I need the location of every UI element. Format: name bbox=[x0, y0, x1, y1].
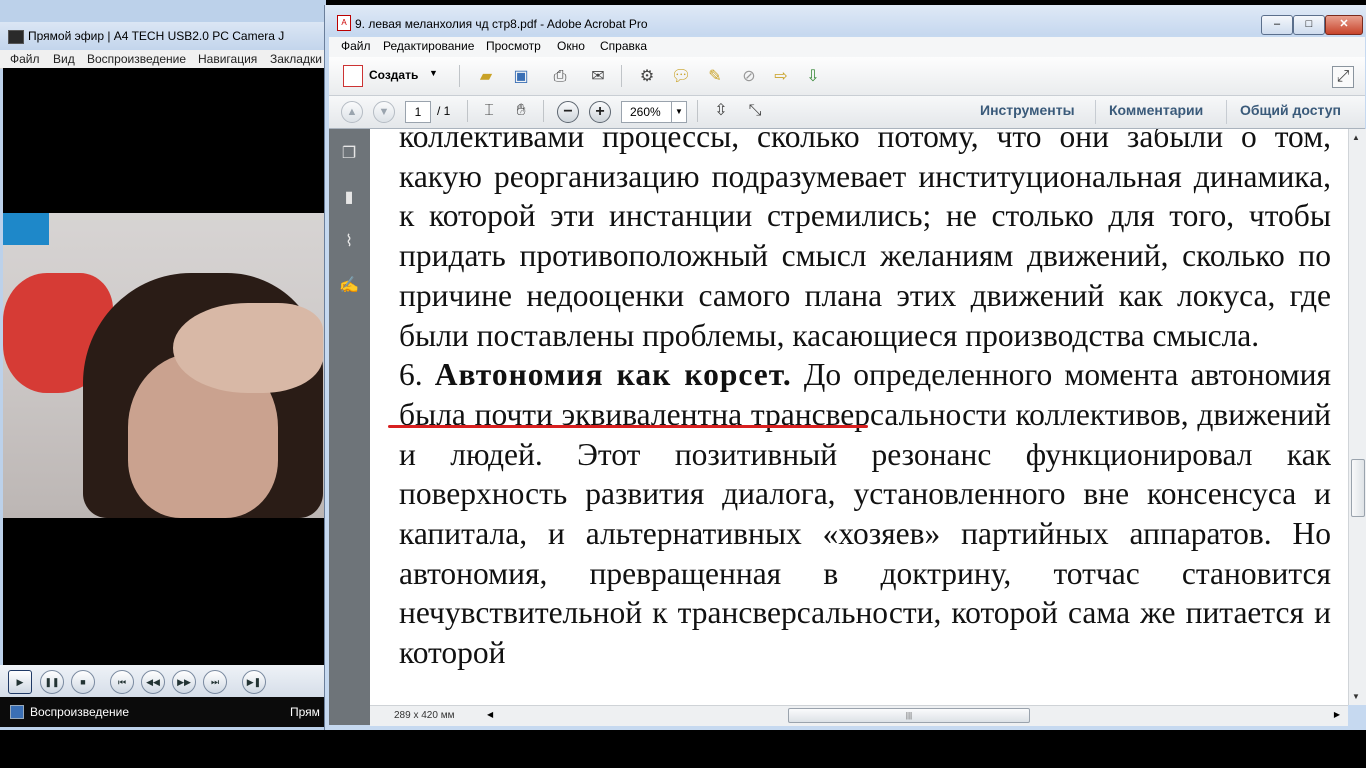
red-underline-annotation bbox=[388, 425, 868, 428]
acrobat-titlebar[interactable]: A 9. левая меланхолия чд стр8.pdf - Adob… bbox=[325, 5, 1366, 35]
mp-menu-playback[interactable]: Воспроизведение bbox=[87, 52, 186, 66]
chevron-down-icon: ▼ bbox=[429, 68, 438, 78]
share-button[interactable]: Общий доступ bbox=[1240, 102, 1341, 118]
paragraph-1: коллективами процессы, сколько потому, ч… bbox=[399, 129, 1331, 353]
scroll-down-icon[interactable]: ▼ bbox=[1352, 692, 1360, 701]
section-body: До определенного момента автономия была … bbox=[399, 357, 1331, 671]
open-folder-icon[interactable]: ▰ bbox=[476, 67, 496, 87]
vertical-scroll-thumb[interactable] bbox=[1351, 459, 1365, 517]
comments-button[interactable]: Комментарии bbox=[1109, 102, 1203, 118]
export-icon[interactable]: ⇨ bbox=[771, 67, 791, 87]
media-player-window: Прямой эфир | A4 TECH USB2.0 PC Camera J… bbox=[0, 0, 326, 730]
acrobat-menubar: Файл Редактирование Просмотр Окно Справк… bbox=[329, 37, 1365, 57]
print-icon[interactable]: ⎙ bbox=[550, 67, 570, 87]
page-total: / 1 bbox=[437, 104, 451, 118]
attachments-paperclip-icon[interactable]: ⌇ bbox=[339, 231, 359, 253]
zoom-dropdown-icon[interactable]: ▼ bbox=[671, 102, 686, 122]
fit-width-icon[interactable]: ⤡ bbox=[745, 101, 765, 121]
navigation-toolbar: ▲ ▼ 1 / 1 ⌶ ✋︎ − + 260% ▼ ⇳ ⤡ Инструмент… bbox=[329, 96, 1365, 129]
hand-tool-icon[interactable]: ✋︎ bbox=[511, 101, 531, 121]
scroll-left-icon[interactable]: ◀ bbox=[487, 710, 493, 719]
section-number: 6. bbox=[399, 357, 423, 393]
scroll-right-icon[interactable]: ▶ bbox=[1334, 710, 1340, 719]
menu-file[interactable]: Файл bbox=[341, 39, 371, 53]
previous-page-icon[interactable]: ▲ bbox=[341, 101, 363, 123]
menu-window[interactable]: Окно bbox=[557, 39, 585, 53]
next-button[interactable]: ⏭ bbox=[203, 670, 227, 694]
play-button[interactable]: ▶ bbox=[8, 670, 32, 694]
zoom-in-icon[interactable]: + bbox=[589, 101, 611, 123]
scroll-up-icon[interactable]: ▲ bbox=[1352, 133, 1360, 142]
fit-page-icon[interactable]: ⇳ bbox=[711, 101, 731, 121]
minimize-button[interactable]: – bbox=[1261, 15, 1293, 35]
acrobat-window-title: 9. левая меланхолия чд стр8.pdf - Adobe … bbox=[355, 17, 648, 31]
comment-icon[interactable]: 💬︎ bbox=[671, 67, 691, 87]
pause-button[interactable]: ❚❚ bbox=[40, 670, 64, 694]
menu-edit[interactable]: Редактирование bbox=[383, 39, 474, 53]
horizontal-scrollbar[interactable]: 289 x 420 мм ◀ ||| ▶ bbox=[370, 705, 1348, 726]
close-button[interactable]: ✕ bbox=[1325, 15, 1363, 35]
zoom-select[interactable]: 260% ▼ bbox=[621, 101, 687, 123]
frame-step-button[interactable]: ▶❚ bbox=[242, 670, 266, 694]
select-cursor-icon[interactable]: ⌶ bbox=[479, 101, 499, 121]
playback-controls: ▶ ❚❚ ■ ⏮ ◀◀ ▶▶ ⏭ ▶❚ bbox=[0, 665, 326, 697]
playback-status-text: Воспроизведение bbox=[30, 705, 130, 719]
horizontal-scroll-thumb[interactable]: ||| bbox=[788, 708, 1030, 723]
bookmarks-icon[interactable]: ▮ bbox=[339, 187, 359, 209]
playback-status-icon bbox=[10, 705, 24, 719]
vertical-scrollbar[interactable]: ▲ ▼ bbox=[1348, 129, 1366, 705]
rewind-button[interactable]: ◀◀ bbox=[141, 670, 165, 694]
expand-icon[interactable]: ⤢ bbox=[1332, 66, 1354, 88]
page-number-input[interactable]: 1 bbox=[405, 101, 431, 123]
mp-menu-navigation[interactable]: Навигация bbox=[198, 52, 257, 66]
combine-icon[interactable]: ⇩ bbox=[803, 67, 823, 87]
maximize-button[interactable]: □ bbox=[1293, 15, 1325, 35]
main-toolbar: Создать ▼ ▰ ▣ ⎙ ✉ ⚙ 💬︎ ✎ ⊘ ⇨ ⇩ ⤢ bbox=[329, 57, 1365, 96]
zoom-out-icon[interactable]: − bbox=[557, 101, 579, 123]
mp-menu-file[interactable]: Файл bbox=[10, 52, 40, 66]
menu-help[interactable]: Справка bbox=[600, 39, 647, 53]
create-pdf-icon bbox=[343, 65, 363, 87]
sign-icon[interactable]: ⊘ bbox=[739, 67, 759, 87]
tools-button[interactable]: Инструменты bbox=[980, 102, 1075, 118]
status-right-text: Прям bbox=[290, 705, 320, 719]
paragraph-2: 6. Автономия как корсет. До определенног… bbox=[399, 355, 1331, 673]
stop-button[interactable]: ■ bbox=[71, 670, 95, 694]
media-player-titlebar[interactable]: Прямой эфир | A4 TECH USB2.0 PC Camera J bbox=[0, 22, 326, 50]
mp-menu-view[interactable]: Вид bbox=[53, 52, 75, 66]
next-page-icon[interactable]: ▼ bbox=[373, 101, 395, 123]
zoom-value: 260% bbox=[630, 105, 661, 119]
section-heading: Автономия как корсет. bbox=[434, 357, 792, 393]
page-size-label: 289 x 420 мм bbox=[394, 710, 455, 721]
media-player-app-icon bbox=[8, 30, 24, 44]
navigation-pane: ❐ ▮ ⌇ ✍ bbox=[329, 129, 370, 725]
email-icon[interactable]: ✉ bbox=[588, 67, 608, 87]
settings-gear-icon[interactable]: ⚙ bbox=[637, 67, 657, 87]
highlight-icon[interactable]: ✎ bbox=[705, 67, 725, 87]
pages-panel-icon[interactable]: ❐ bbox=[339, 143, 359, 165]
pdf-file-icon: A bbox=[337, 15, 351, 31]
mp-menu-bookmarks[interactable]: Закладки bbox=[270, 52, 322, 66]
document-text: коллективами процессы, сколько потому, ч… bbox=[399, 129, 1331, 673]
forward-button[interactable]: ▶▶ bbox=[172, 670, 196, 694]
create-label: Создать bbox=[369, 68, 419, 82]
menu-view[interactable]: Просмотр bbox=[486, 39, 541, 53]
document-page[interactable]: коллективами процессы, сколько потому, ч… bbox=[370, 129, 1348, 705]
media-player-menubar: Файл Вид Воспроизведение Навигация Закла… bbox=[0, 50, 326, 69]
save-icon[interactable]: ▣ bbox=[511, 67, 531, 87]
media-player-statusbar: Воспроизведение Прям bbox=[0, 697, 326, 727]
media-player-title: Прямой эфир | A4 TECH USB2.0 PC Camera J bbox=[28, 29, 285, 43]
previous-button[interactable]: ⏮ bbox=[110, 670, 134, 694]
signatures-icon[interactable]: ✍ bbox=[339, 275, 359, 297]
webcam-image bbox=[3, 213, 326, 518]
acrobat-window: A 9. левая меланхолия чд стр8.pdf - Adob… bbox=[324, 5, 1366, 730]
